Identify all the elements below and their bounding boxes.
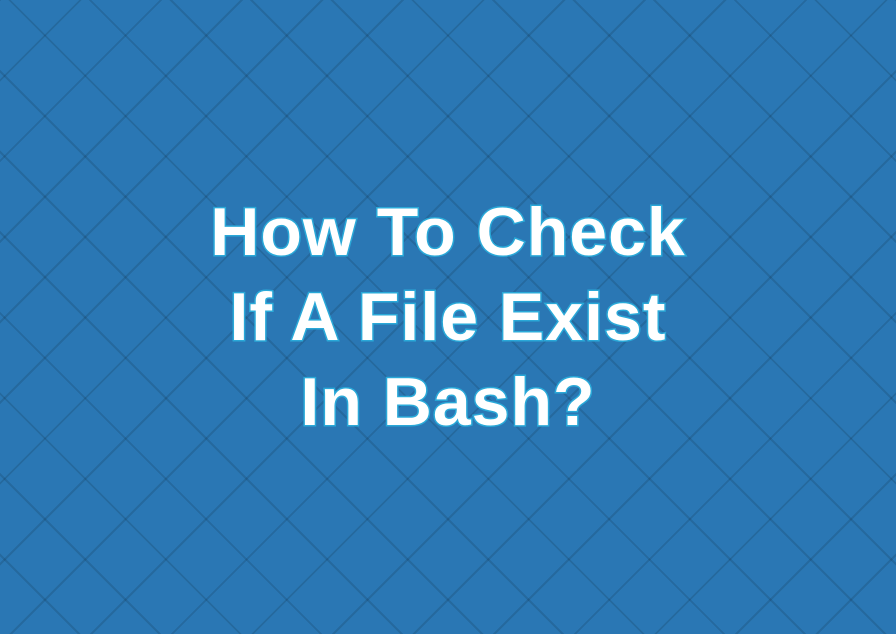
title-line-2: If A File Exist <box>210 275 685 360</box>
title-line-1: How To Check <box>210 190 685 275</box>
title-line-3: In Bash? <box>210 360 685 445</box>
content-container: How To Check If A File Exist In Bash? <box>0 0 896 634</box>
page-title: How To Check If A File Exist In Bash? <box>210 190 685 445</box>
